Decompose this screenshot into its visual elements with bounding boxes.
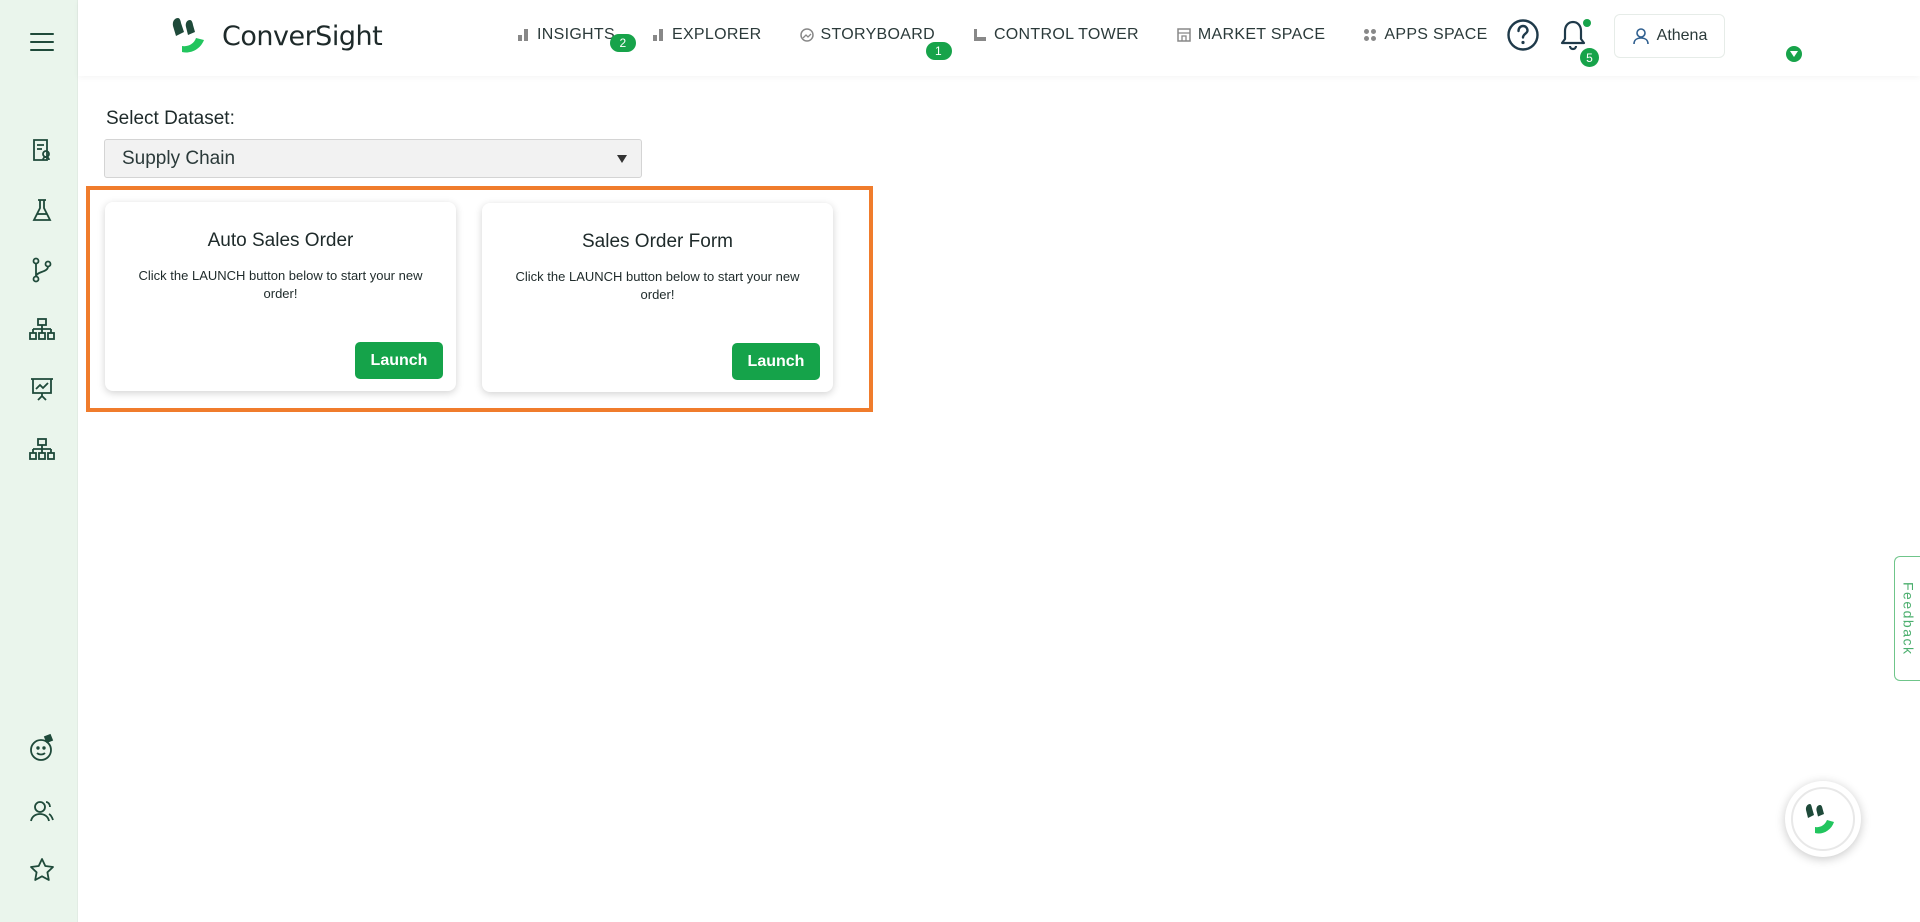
- nav-market-space-label: MARKET SPACE: [1197, 26, 1326, 43]
- app-card-sales-order-form: Sales Order Form Click the LAUNCH button…: [482, 203, 833, 392]
- star-icon[interactable]: [24, 852, 60, 888]
- user-dropdown-caret-icon[interactable]: [1786, 46, 1802, 62]
- chat-assistant-frame: [1791, 787, 1855, 851]
- nav-explorer[interactable]: EXPLORER: [652, 26, 762, 44]
- notifications-count-badge: 5: [1580, 48, 1599, 67]
- app-card-auto-sales-order: Auto Sales Order Click the LAUNCH button…: [105, 202, 456, 391]
- dataset-select[interactable]: Supply Chain: [104, 139, 642, 178]
- nav-apps-space[interactable]: APPS SPACE: [1363, 26, 1487, 44]
- launch-button[interactable]: Launch: [732, 343, 820, 380]
- feedback-label: Feedback: [1900, 581, 1917, 656]
- logo[interactable]: ConverSight: [170, 16, 383, 56]
- bar-chart-icon: [652, 29, 663, 41]
- notification-dot: [1583, 19, 1591, 27]
- nav-insights-label: INSIGHTS: [537, 26, 615, 43]
- dataset-select-value: Supply Chain: [122, 147, 236, 169]
- report-icon[interactable]: [24, 132, 60, 168]
- market-space-icon: [1177, 28, 1191, 42]
- help-icon[interactable]: [1506, 18, 1540, 52]
- presentation-chart-icon[interactable]: [24, 371, 60, 407]
- sidebar: [0, 0, 78, 922]
- card-description: Click the LAUNCH button below to start y…: [515, 269, 800, 302]
- hierarchy-icon[interactable]: [24, 431, 60, 467]
- bot-icon[interactable]: [24, 730, 60, 766]
- top-header: ConverSight INSIGHTS 2 EXPLORER STORYBOA…: [78, 0, 1920, 76]
- logo-text: ConverSight: [222, 20, 383, 52]
- branch-icon[interactable]: [24, 252, 60, 288]
- hierarchy-icon[interactable]: [24, 311, 60, 347]
- nav-storyboard[interactable]: STORYBOARD 1: [799, 26, 952, 60]
- apps-grid-icon: [1364, 29, 1377, 41]
- nav-storyboard-label: STORYBOARD: [820, 26, 935, 43]
- storyboard-badge: 1: [925, 42, 952, 60]
- user-menu[interactable]: Athena: [1614, 14, 1725, 58]
- control-tower-icon: [973, 29, 986, 41]
- users-icon[interactable]: [24, 793, 60, 829]
- dataset-label: Select Dataset:: [106, 108, 235, 129]
- nav-control-tower[interactable]: CONTROL TOWER: [973, 26, 1139, 44]
- card-title: Auto Sales Order: [207, 230, 354, 251]
- card-description: Click the LAUNCH button below to start y…: [138, 268, 423, 301]
- insights-badge: 2: [610, 34, 636, 52]
- nav-market-space[interactable]: MARKET SPACE: [1177, 26, 1325, 44]
- logo-mark-icon: [172, 18, 204, 53]
- menu-icon[interactable]: [24, 24, 60, 60]
- flask-icon[interactable]: [24, 193, 60, 229]
- storyboard-icon: [799, 28, 814, 42]
- bar-chart-icon: [518, 29, 528, 41]
- nav-apps-space-label: APPS SPACE: [1384, 26, 1488, 43]
- user-name: Athena: [1656, 27, 1708, 44]
- card-title: Sales Order Form: [582, 231, 733, 252]
- launch-button[interactable]: Launch: [355, 342, 443, 379]
- user-icon: [1632, 28, 1649, 45]
- chat-assistant-logo-icon: [1805, 804, 1834, 834]
- feedback-tab[interactable]: Feedback: [1894, 556, 1920, 681]
- chat-assistant-button[interactable]: [1785, 781, 1861, 857]
- nav-explorer-label: EXPLORER: [671, 26, 762, 43]
- nav-insights[interactable]: INSIGHTS 2: [518, 26, 636, 52]
- dropdown-caret-icon: [617, 155, 627, 163]
- main-nav: INSIGHTS 2 EXPLORER STORYBOARD 1 CONTROL…: [518, 26, 1526, 60]
- nav-control-tower-label: CONTROL TOWER: [993, 26, 1139, 43]
